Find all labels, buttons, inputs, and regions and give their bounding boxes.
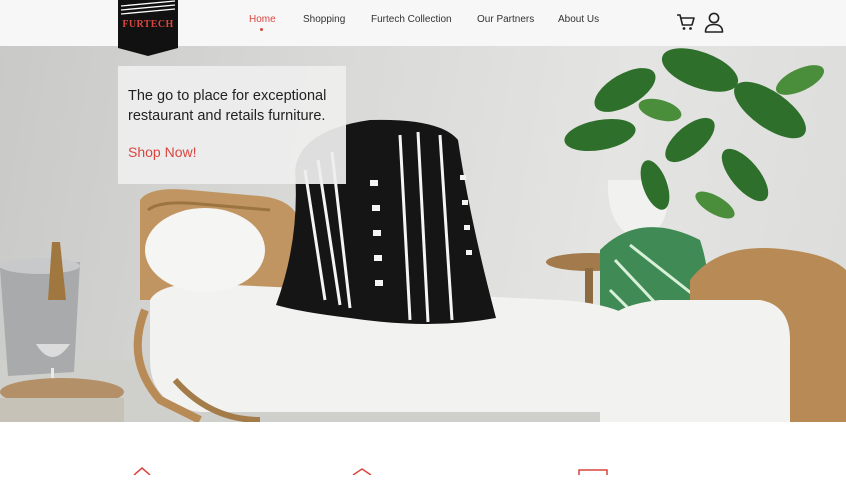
features-strip	[0, 422, 846, 476]
nav-shopping[interactable]: Shopping	[303, 14, 345, 25]
user-icon[interactable]	[704, 12, 724, 39]
shop-now-link[interactable]: Shop Now!	[128, 144, 196, 160]
nav-furtech-collection[interactable]: Furtech Collection	[371, 14, 452, 25]
house-icon	[132, 462, 152, 480]
logo-text: FURTECH	[122, 19, 174, 30]
nav-home[interactable]: Home	[249, 14, 276, 25]
active-nav-indicator	[260, 28, 263, 31]
card-icon	[578, 462, 608, 480]
hero-tagline: The go to place for exceptional restaura…	[128, 88, 327, 124]
hero-promo-card: The go to place for exceptional restaura…	[118, 66, 346, 184]
furtech-logo[interactable]: FURTECH	[118, 0, 178, 56]
cart-icon[interactable]	[676, 12, 696, 37]
nav-our-partners[interactable]: Our Partners	[477, 14, 534, 25]
nav-about-us[interactable]: About Us	[558, 14, 599, 25]
box-icon	[351, 462, 373, 480]
